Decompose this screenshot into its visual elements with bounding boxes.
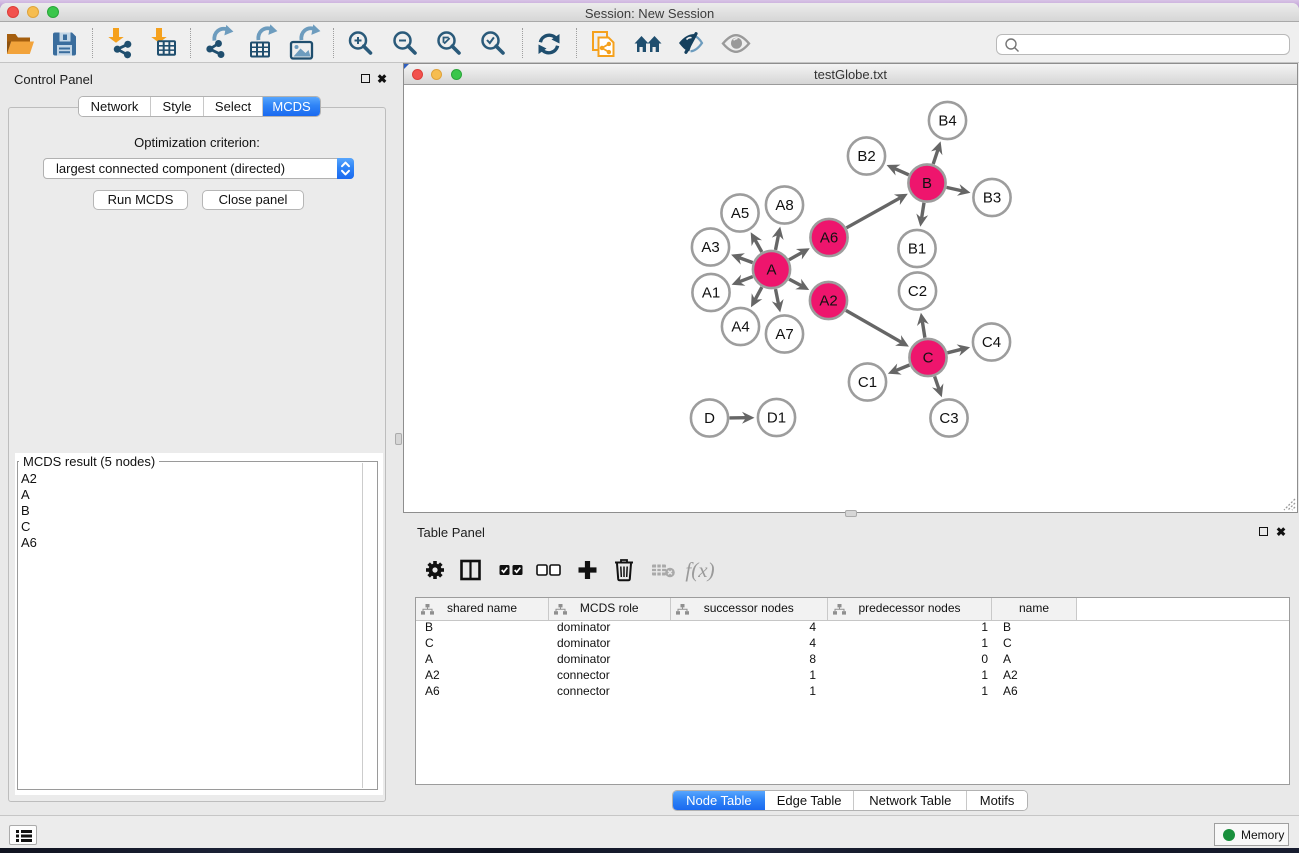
svg-text:A8: A8 xyxy=(775,197,793,214)
svg-text:B: B xyxy=(922,175,932,192)
svg-text:D: D xyxy=(704,410,715,427)
svg-text:B1: B1 xyxy=(908,241,926,258)
svg-text:C3: C3 xyxy=(939,410,958,427)
svg-text:A2: A2 xyxy=(819,293,837,310)
svg-text:A1: A1 xyxy=(702,285,720,302)
svg-text:C4: C4 xyxy=(982,334,1001,351)
svg-text:C: C xyxy=(923,350,934,367)
svg-text:A4: A4 xyxy=(731,319,749,336)
svg-text:B2: B2 xyxy=(857,148,875,165)
svg-text:A3: A3 xyxy=(701,239,719,256)
svg-text:A6: A6 xyxy=(820,230,838,247)
svg-text:C1: C1 xyxy=(858,374,877,391)
svg-text:D1: D1 xyxy=(767,410,786,427)
svg-text:A5: A5 xyxy=(731,205,749,222)
svg-text:f(x): f(x) xyxy=(685,558,714,582)
svg-text:A7: A7 xyxy=(775,326,793,343)
svg-text:A: A xyxy=(766,262,776,279)
svg-text:B3: B3 xyxy=(983,190,1001,207)
svg-text:C2: C2 xyxy=(908,283,927,300)
svg-text:B4: B4 xyxy=(938,113,956,130)
